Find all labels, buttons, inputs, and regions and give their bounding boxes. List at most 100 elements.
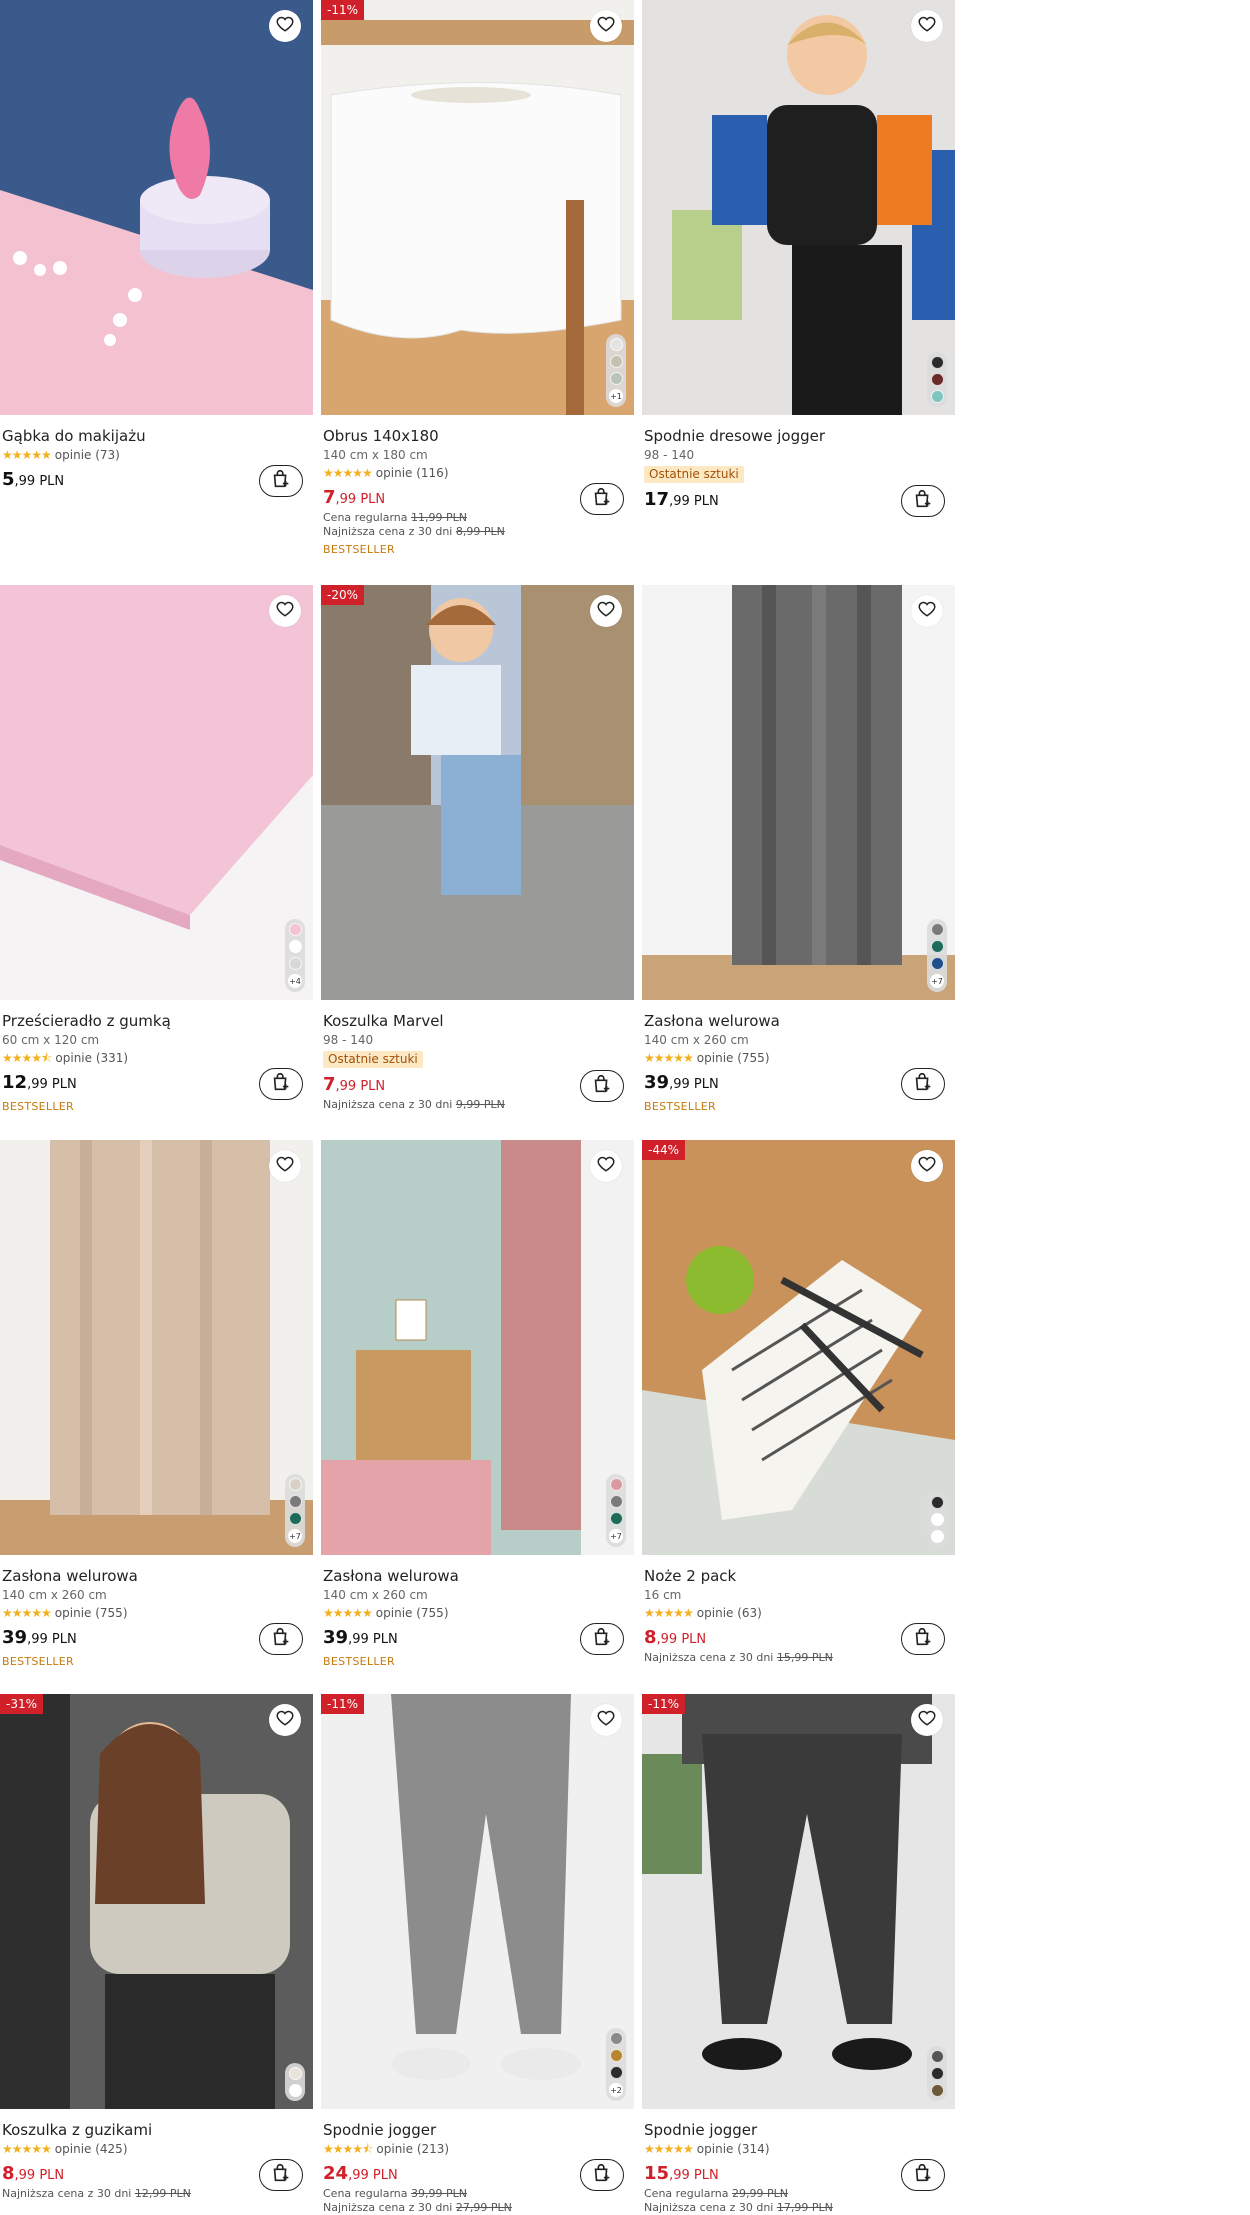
product-name[interactable]: Koszulka z guzikami	[2, 2121, 311, 2139]
add-to-cart-button[interactable]	[580, 1623, 624, 1655]
color-swatch[interactable]	[609, 1495, 623, 1508]
product-name[interactable]: Zasłona welurowa	[644, 1012, 953, 1030]
color-swatch[interactable]	[609, 2066, 623, 2079]
add-to-cart-button[interactable]	[580, 1070, 624, 1102]
product-name[interactable]: Prześcieradło z gumką	[2, 1012, 311, 1030]
product-image[interactable]: -31%	[0, 1694, 313, 2109]
favorite-button[interactable]	[911, 1704, 943, 1736]
color-swatches[interactable]: +4	[285, 919, 305, 992]
color-swatches[interactable]	[927, 1492, 947, 1547]
add-to-cart-button[interactable]	[901, 2159, 945, 2191]
product-card[interactable]: +4 Prześcieradło z gumką 60 cm x 120 cm ★★★…	[0, 585, 313, 1160]
favorite-button[interactable]	[911, 595, 943, 627]
color-swatch[interactable]	[930, 923, 944, 936]
product-image[interactable]: -11% +1	[321, 0, 634, 415]
add-to-cart-button[interactable]	[901, 485, 945, 517]
product-image[interactable]: +7	[0, 1140, 313, 1555]
product-image[interactable]: +7	[642, 585, 955, 1000]
color-swatches[interactable]: +7	[606, 1474, 626, 1547]
color-swatch[interactable]	[609, 1512, 623, 1525]
color-swatch[interactable]	[930, 390, 944, 403]
add-to-cart-button[interactable]	[901, 1623, 945, 1655]
add-to-cart-button[interactable]	[580, 2159, 624, 2191]
product-image[interactable]	[642, 0, 955, 415]
color-swatch[interactable]	[288, 1495, 302, 1508]
favorite-button[interactable]	[590, 1150, 622, 1182]
product-card[interactable]: -20% Koszulka Marvel 98 - 140 Ostatnie sztu…	[321, 585, 634, 1160]
color-swatch[interactable]	[609, 355, 623, 368]
color-swatch[interactable]	[930, 1530, 944, 1543]
product-name[interactable]: Gąbka do makijażu	[2, 427, 311, 445]
add-to-cart-button[interactable]	[901, 1068, 945, 1100]
product-card[interactable]: -44% Noże 2 pack 16 cm ★★★★★ opinie (63) 8,99…	[642, 1140, 955, 1715]
product-name[interactable]: Spodnie dresowe jogger	[644, 427, 953, 445]
color-swatch[interactable]	[930, 1513, 944, 1526]
product-name[interactable]: Zasłona welurowa	[2, 1567, 311, 1585]
product-card[interactable]: Gąbka do makijażu ★★★★★ opinie (73) 5,99 PL…	[0, 0, 313, 575]
color-swatch[interactable]	[288, 940, 302, 953]
color-swatch[interactable]	[930, 356, 944, 369]
add-to-cart-button[interactable]	[580, 483, 624, 515]
favorite-button[interactable]	[590, 1704, 622, 1736]
color-swatch[interactable]	[930, 2050, 944, 2063]
color-swatches[interactable]: +1	[606, 334, 626, 407]
product-card[interactable]: +7 Zasłona welurowa 140 cm x 260 cm ★★★★★ op…	[642, 585, 955, 1160]
color-swatches[interactable]	[927, 352, 947, 407]
favorite-button[interactable]	[269, 10, 301, 42]
product-card[interactable]: -11% +2 Spodnie jogger ★★★★⯪ opinie (213) 24,…	[321, 1694, 634, 2215]
favorite-button[interactable]	[911, 1150, 943, 1182]
product-card[interactable]: -11% Spodnie jogger ★★★★★ opinie (314) 15,99…	[642, 1694, 955, 2215]
favorite-button[interactable]	[911, 10, 943, 42]
color-swatch[interactable]	[288, 2067, 302, 2080]
color-swatch[interactable]	[609, 372, 623, 385]
color-swatch[interactable]	[930, 373, 944, 386]
product-name[interactable]: Zasłona welurowa	[323, 1567, 632, 1585]
color-swatch[interactable]	[288, 923, 302, 936]
product-image[interactable]	[0, 0, 313, 415]
color-swatch[interactable]	[288, 1478, 302, 1491]
product-card[interactable]: +7 Zasłona welurowa 140 cm x 260 cm ★★★★★ op…	[0, 1140, 313, 1715]
product-name[interactable]: Spodnie jogger	[644, 2121, 953, 2139]
favorite-button[interactable]	[590, 595, 622, 627]
color-swatch[interactable]	[609, 2032, 623, 2045]
add-to-cart-button[interactable]	[259, 2159, 303, 2191]
color-swatch[interactable]	[930, 2084, 944, 2097]
favorite-button[interactable]	[269, 1704, 301, 1736]
color-swatch[interactable]	[930, 1496, 944, 1509]
color-swatch[interactable]	[930, 940, 944, 953]
product-image[interactable]: -11% +2	[321, 1694, 634, 2109]
product-image[interactable]: +7	[321, 1140, 634, 1555]
favorite-button[interactable]	[269, 1150, 301, 1182]
add-to-cart-button[interactable]	[259, 1068, 303, 1100]
product-image[interactable]: -20%	[321, 585, 634, 1000]
color-swatch[interactable]	[930, 957, 944, 970]
product-name[interactable]: Koszulka Marvel	[323, 1012, 632, 1030]
color-swatches[interactable]	[927, 2046, 947, 2101]
color-swatches[interactable]	[285, 2063, 305, 2101]
product-card[interactable]: +7 Zasłona welurowa 140 cm x 260 cm ★★★★★ op…	[321, 1140, 634, 1715]
product-image[interactable]: -44%	[642, 1140, 955, 1555]
color-swatch[interactable]	[609, 2049, 623, 2062]
color-swatches[interactable]: +2	[606, 2028, 626, 2101]
favorite-button[interactable]	[269, 595, 301, 627]
product-name[interactable]: Spodnie jogger	[323, 2121, 632, 2139]
color-swatch[interactable]	[930, 2067, 944, 2080]
add-to-cart-button[interactable]	[259, 465, 303, 497]
color-swatch[interactable]	[609, 1478, 623, 1491]
color-swatches[interactable]: +7	[927, 919, 947, 992]
product-image[interactable]: +4	[0, 585, 313, 1000]
color-swatch[interactable]	[288, 1512, 302, 1525]
color-swatches[interactable]: +7	[285, 1474, 305, 1547]
product-card[interactable]: Spodnie dresowe jogger 98 - 140 Ostatnie s…	[642, 0, 955, 575]
product-name[interactable]: Obrus 140x180	[323, 427, 632, 445]
add-to-cart-button[interactable]	[259, 1623, 303, 1655]
product-card[interactable]: -31% Koszulka z guzikami ★★★★★ opinie (425)…	[0, 1694, 313, 2215]
product-image[interactable]: -11%	[642, 1694, 955, 2109]
favorite-button[interactable]	[590, 10, 622, 42]
color-swatch[interactable]	[609, 338, 623, 351]
more-colors-count: +7	[609, 1529, 623, 1543]
product-name[interactable]: Noże 2 pack	[644, 1567, 953, 1585]
color-swatch[interactable]	[288, 2084, 302, 2097]
color-swatch[interactable]	[288, 957, 302, 970]
product-card[interactable]: -11% +1 Obrus 140x180 140 cm x 180 cm ★★★★★ o…	[321, 0, 634, 575]
